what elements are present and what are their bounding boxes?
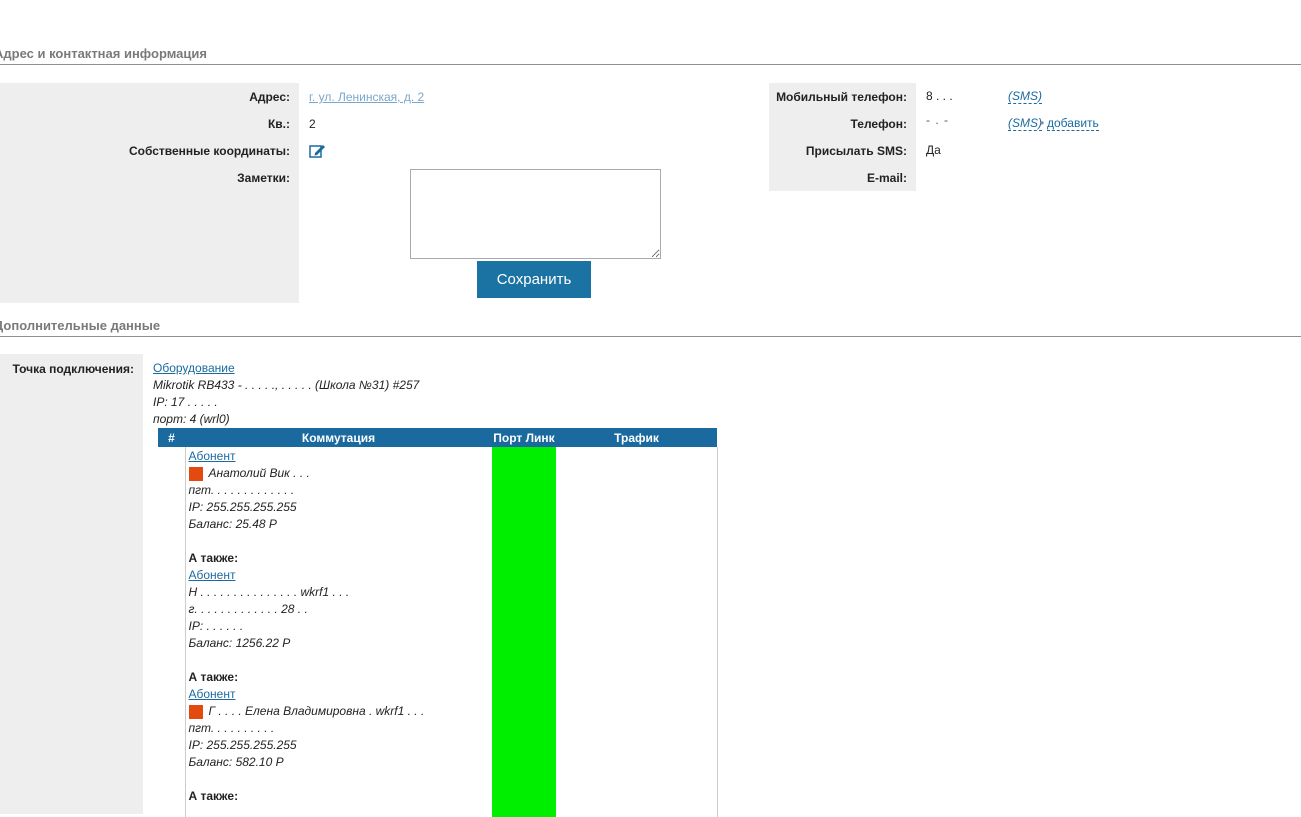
port-link-status (492, 447, 556, 817)
address-link[interactable]: г. ул. Ленинская, д. 2 (309, 90, 424, 104)
connection-label-panel (0, 354, 143, 814)
abonent-link[interactable]: Абонент (189, 687, 236, 701)
flat-label: Кв.: (267, 117, 290, 131)
connection-label: Точка подключения: (12, 362, 134, 376)
table-header-row: # Коммутация Порт Линк Трафик (158, 428, 717, 447)
mobile-label: Мобильный телефон: (776, 90, 907, 104)
col-header-traffic: Трафик (556, 428, 717, 447)
also-label: А также: (188, 551, 239, 565)
device-port-line: порт: 4 (wrl0) (153, 412, 230, 426)
device-line: Mikrotik RB433 - . . . . ., . . . . . (Ш… (153, 378, 420, 392)
phone-value: - . - (926, 113, 949, 127)
mobile-value: 8 . . . (926, 89, 953, 103)
cell-number (158, 447, 186, 817)
abonent-name: Н . . . . . . . . . . . . . . . wkrf1 . … (188, 585, 350, 599)
abonent-address: г. . . . . . . . . . . . . 28 . . (188, 602, 308, 616)
phone-label: Телефон: (850, 117, 907, 131)
section-title-contacts-text: Адрес и контактная информация (0, 46, 207, 61)
address-label: Адрес: (249, 90, 290, 104)
cell-traffic (556, 447, 718, 817)
col-header-switching: Коммутация (185, 428, 492, 447)
phone-sms-link[interactable]: (SMS) (1008, 116, 1042, 131)
device-ip-line: IP: 17 . . . . . (153, 395, 218, 409)
abonent-ip: IP: 255.255.255.255 (188, 738, 297, 752)
abonent-address: пгт. . . . . . . . . . . . . (188, 483, 295, 497)
flat-value: 2 (309, 117, 316, 131)
equipment-link[interactable]: Оборудование (153, 361, 235, 375)
abonent-name-text: Анатолий Вик . . . (208, 466, 310, 480)
also-label: А также: (188, 670, 239, 684)
contacts-separator: • (1040, 116, 1045, 130)
abonent-link[interactable]: Абонент (189, 568, 236, 582)
table-row: Абонент Анатолий Вик . . . пгт. . . . . … (158, 447, 718, 817)
status-marker (188, 704, 203, 719)
section-title-extra-text: Дополнительные данные (0, 318, 161, 333)
abonent-name: Г . . . . Елена Владимировна . wkrf1 . .… (188, 703, 493, 720)
abonent-balance: Баланс: 1256.22 Р (188, 636, 291, 650)
abonent-address: пгт. . . . . . . . . . (188, 721, 275, 735)
email-label: E-mail: (866, 171, 907, 185)
edit-icon[interactable] (309, 143, 326, 159)
section-title-extra: Дополнительные данные (0, 318, 1301, 337)
col-header-port-link: Порт Линк (492, 428, 556, 447)
save-button[interactable]: Сохранить (477, 261, 591, 298)
section-title-contacts: Адрес и контактная информация (0, 46, 1301, 65)
abonent-name-text: Г . . . . Елена Владимировна . wkrf1 . .… (208, 704, 425, 718)
col-header-number: # (158, 428, 185, 447)
notes-label: Заметки: (237, 171, 290, 185)
abonent-ip: IP: . . . . . . (188, 619, 244, 633)
abonent-ip: IP: 255.255.255.255 (188, 500, 297, 514)
notes-textarea[interactable] (410, 169, 661, 259)
send-sms-value: Да (926, 143, 941, 157)
add-phone-link[interactable]: добавить (1047, 116, 1099, 131)
send-sms-label: Присылать SMS: (805, 144, 907, 158)
abonent-balance: Баланс: 25.48 Р (188, 517, 277, 531)
status-marker (188, 466, 203, 481)
cell-switching: Абонент Анатолий Вик . . . пгт. . . . . … (185, 447, 492, 817)
address-labels-panel (0, 83, 299, 303)
abonent-name: Анатолий Вик . . . (188, 465, 493, 482)
abonent-block: Абонент Анатолий Вик . . . пгт. . . . . … (188, 447, 493, 805)
abonent-balance: Баланс: 582.10 Р (188, 755, 284, 769)
also-label: А также: (188, 789, 239, 803)
abonent-link[interactable]: Абонент (189, 449, 236, 463)
switching-table: # Коммутация Порт Линк Трафик Абонент Ан… (158, 428, 718, 817)
mobile-sms-link[interactable]: (SMS) (1008, 89, 1042, 104)
coords-label: Собственные координаты: (128, 144, 290, 158)
